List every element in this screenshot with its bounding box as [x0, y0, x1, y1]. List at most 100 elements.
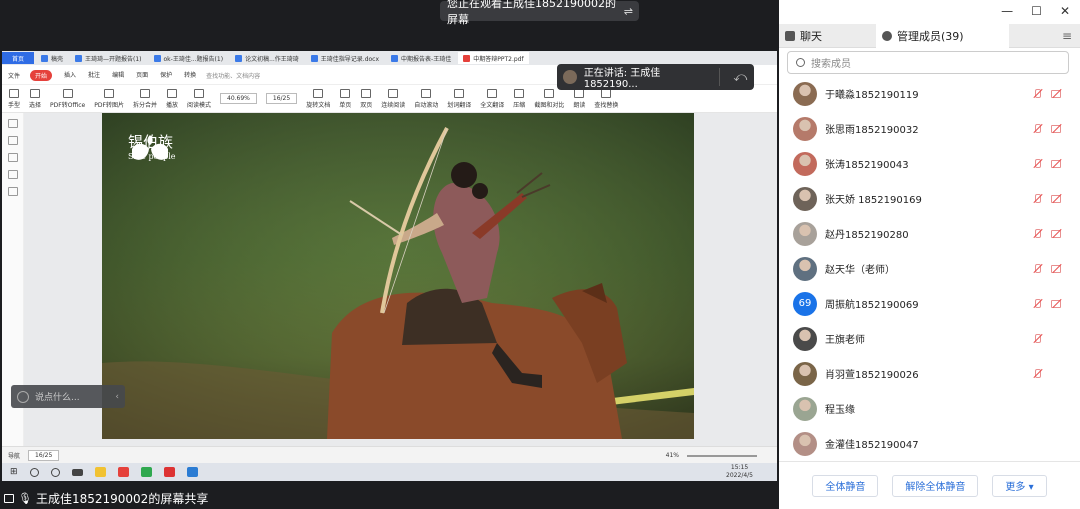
toolbar-button[interactable]: 播放 [166, 88, 178, 109]
tab-members[interactable]: 管理成员(39) [876, 24, 1009, 48]
status-zoom[interactable]: 41% [666, 452, 679, 459]
toolbar-label: 压缩 [513, 101, 526, 109]
member-row[interactable]: 程玉缘 [779, 391, 1080, 426]
member-row[interactable]: 69 周振航1852190069 [779, 286, 1080, 321]
minimize-button[interactable]: — [1001, 4, 1013, 18]
doc-tab[interactable]: 论文初稿...作王琦琦 [230, 52, 304, 64]
unmute-all-button[interactable]: 解除全体静音 [892, 474, 979, 497]
camera-off-icon[interactable] [1051, 298, 1061, 309]
menu-item[interactable]: 开始 [30, 70, 53, 81]
toolbar-button[interactable]: 单页 [339, 88, 351, 109]
mute-all-button[interactable]: 全体静音 [812, 474, 879, 497]
close-button[interactable]: ✕ [1060, 4, 1070, 18]
camera-off-icon[interactable] [1051, 263, 1061, 274]
menu-item[interactable]: 保护 [160, 70, 172, 81]
camera-off-icon[interactable] [1051, 158, 1061, 169]
file-menu[interactable]: 文件 [8, 71, 20, 80]
menu-item[interactable]: 转换 [184, 70, 196, 81]
toolbar-button[interactable]: 划词翻译 [447, 88, 471, 109]
more-button[interactable]: 更多 ▾ [992, 474, 1047, 497]
toolbar-button[interactable]: 旋转文档 [306, 88, 330, 109]
member-row[interactable]: 张思雨1852190032 [779, 111, 1080, 146]
chat-input[interactable]: 说点什么... ‹ [11, 385, 125, 408]
wps-taskbar-icon[interactable] [163, 467, 175, 477]
mic-icon: 🎙 [18, 492, 32, 505]
member-row[interactable]: 金灌佳1852190047 [779, 426, 1080, 460]
doc-tab[interactable]: 稿壳 [36, 52, 68, 64]
return-arrow-icon[interactable]: ⤺ [727, 70, 754, 85]
app-icon-a[interactable] [117, 467, 129, 477]
member-row[interactable]: 赵丹1852190280 [779, 216, 1080, 251]
mic-muted-icon[interactable] [1032, 298, 1042, 309]
nav-toggle[interactable]: 导航 [8, 451, 20, 460]
mic-muted-icon[interactable] [1032, 263, 1042, 274]
doc-tab[interactable]: 王琦琦—开题报告(1) [70, 52, 147, 64]
doc-tab[interactable]: 首页 [2, 52, 34, 64]
member-row[interactable]: 张天娇 1852190169 [779, 181, 1080, 216]
toolbar-button[interactable]: 全文翻译 [480, 88, 504, 109]
toolbar-button[interactable]: 压缩 [513, 88, 526, 109]
collapse-chevron-icon[interactable]: ‹ [115, 392, 119, 402]
thumbnail-icon[interactable] [7, 136, 18, 145]
mic-muted-icon[interactable] [1032, 88, 1042, 99]
mic-muted-icon[interactable] [1032, 123, 1042, 134]
member-row[interactable]: 于曦淼1852190119 [779, 78, 1080, 111]
tab-chat[interactable]: 聊天 [779, 24, 828, 48]
camera-off-icon[interactable] [1051, 88, 1061, 99]
maximize-button[interactable]: ☐ [1031, 4, 1042, 18]
toolbar-button[interactable]: 朗读 [573, 88, 585, 109]
doc-tab[interactable]: 中期答辩PPT2.pdf [458, 52, 529, 64]
toolbar-button[interactable]: 查找替换 [594, 88, 618, 109]
member-row[interactable]: 肖羽萱1852190026 [779, 356, 1080, 391]
menu-item[interactable]: 批注 [88, 70, 100, 81]
doc-search-input[interactable]: 查找功能、文档内容 [206, 71, 260, 80]
toolbar-button[interactable]: 阅读模式 [187, 88, 211, 109]
toolbar-button[interactable]: 双页 [360, 88, 372, 109]
member-row[interactable]: 张涛1852190043 [779, 146, 1080, 181]
exit-share-icon[interactable]: ⇌ [624, 5, 633, 18]
toolbar-button[interactable]: PDF转Office [50, 88, 85, 109]
camera-off-icon[interactable] [1051, 193, 1061, 204]
attachment-icon[interactable] [7, 170, 18, 179]
comment-icon[interactable] [7, 153, 18, 162]
menu-item[interactable]: 插入 [64, 70, 76, 81]
zoom-field[interactable]: 40.69% [220, 93, 257, 104]
doc-tab[interactable]: 中期报告表-王琦佳 [386, 52, 456, 64]
mic-muted-icon[interactable] [1032, 158, 1042, 169]
member-row[interactable]: 赵天华（老师） [779, 251, 1080, 286]
app-icon-b[interactable] [140, 467, 152, 477]
camera-off-icon[interactable] [1051, 123, 1061, 134]
mic-muted-icon[interactable] [1032, 228, 1042, 239]
doc-tab[interactable]: 王琦佳指导记录.docx [306, 52, 384, 64]
menu-item[interactable]: 编辑 [112, 70, 124, 81]
camera-off-icon[interactable] [1051, 228, 1061, 239]
doc-tab[interactable]: ok-王琦佳...题报告(1) [149, 52, 229, 64]
meeting-taskbar-icon[interactable] [186, 467, 198, 477]
panel-menu-icon[interactable]: ≡ [1054, 24, 1080, 47]
signature-icon[interactable] [7, 187, 18, 196]
mic-muted-icon[interactable] [1032, 333, 1042, 344]
toolbar-button[interactable]: 拆分合并 [133, 88, 157, 109]
windows-start-icon[interactable]: ⊞ [10, 467, 18, 477]
page-field[interactable]: 16/25 [265, 93, 298, 104]
status-page-field[interactable]: 16/25 [28, 450, 60, 461]
toolbar-button[interactable]: 自动滚动 [414, 88, 438, 109]
taskbar-search-icon[interactable] [29, 467, 39, 477]
taskbar-chat-icon[interactable] [71, 468, 83, 476]
mic-muted-icon[interactable] [1032, 193, 1042, 204]
menu-item[interactable]: 页面 [136, 70, 148, 81]
bookmark-icon[interactable] [7, 119, 18, 128]
emoji-icon[interactable] [17, 390, 29, 403]
member-search-input[interactable]: 搜索成员 [787, 51, 1069, 74]
member-row[interactable]: 王旗老师 [779, 321, 1080, 356]
toolbar-button[interactable]: PDF转图片 [94, 88, 124, 109]
file-explorer-icon[interactable] [94, 467, 106, 477]
mic-muted-icon[interactable] [1032, 368, 1042, 379]
toolbar-button[interactable]: 连续阅读 [381, 88, 405, 109]
toolbar-button[interactable]: 手型 [8, 88, 20, 109]
zoom-slider[interactable] [687, 454, 757, 457]
toolbar-button[interactable]: 选择 [29, 88, 41, 109]
toolbar-icon [193, 88, 204, 98]
toolbar-button[interactable]: 截图和对比 [534, 88, 564, 109]
task-view-icon[interactable] [50, 467, 60, 477]
